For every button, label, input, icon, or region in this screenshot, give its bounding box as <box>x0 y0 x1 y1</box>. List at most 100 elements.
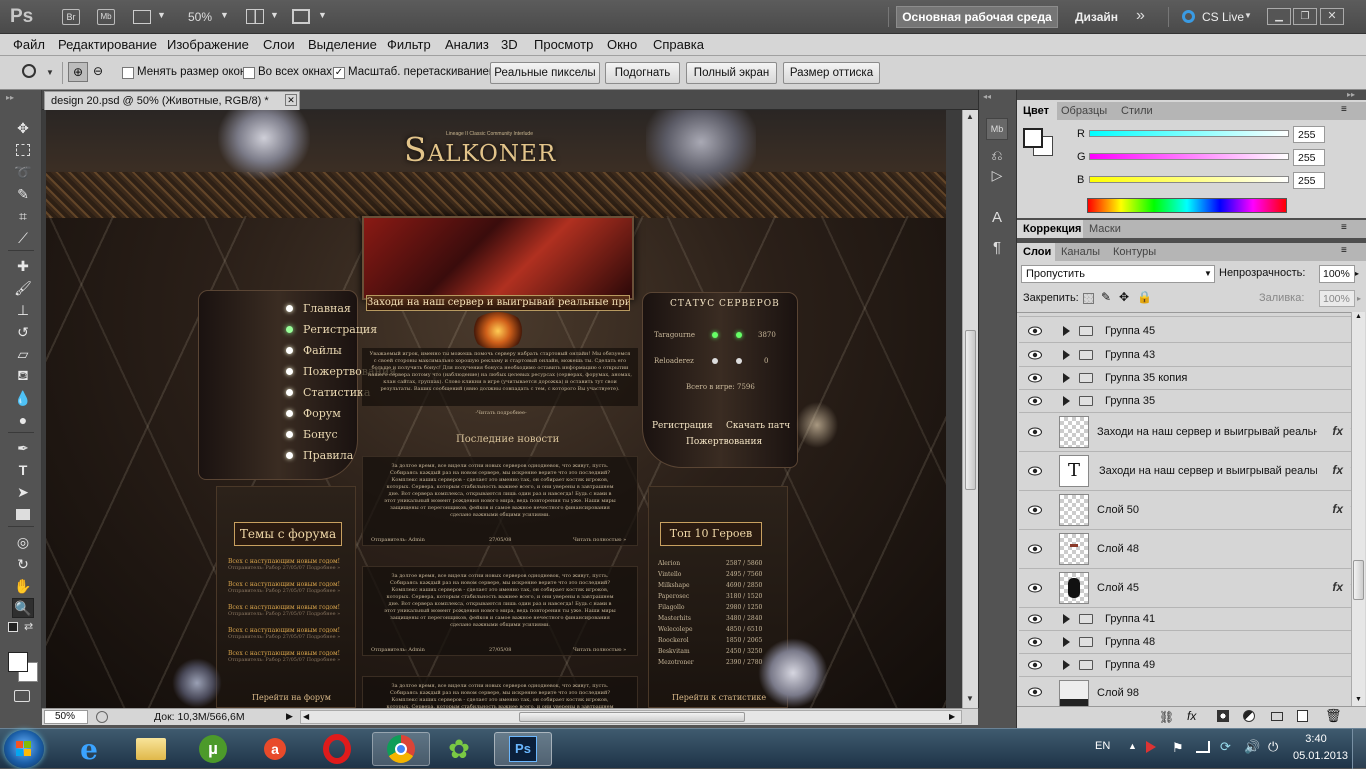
forum-topic-link[interactable]: Всех с наступающим новым годом! <box>228 581 348 588</box>
marquee-tool-icon[interactable] <box>12 140 34 160</box>
collapse-icon[interactable]: ▸▸ <box>6 93 14 102</box>
close-button[interactable]: ✕ <box>1320 8 1344 25</box>
workspace-essentials-button[interactable]: Основная рабочая среда <box>896 6 1058 28</box>
download-patch-link[interactable]: Скачать патч <box>726 421 790 431</box>
horizontal-scroll-thumb[interactable] <box>519 712 745 722</box>
layer-effects-icon[interactable]: fx <box>1332 424 1343 438</box>
layer-row[interactable]: Группа 48 <box>1019 631 1351 654</box>
menu-select[interactable]: Выделение <box>308 37 377 52</box>
lock-all-icon[interactable]: 🔒 <box>1137 290 1152 304</box>
expand-group-icon[interactable] <box>1063 326 1070 336</box>
read-more-link[interactable]: -Читать подробнее- <box>466 410 536 417</box>
history-panel-icon[interactable]: ⎌ <box>986 144 1008 166</box>
layer-row[interactable]: Группа 35 копия <box>1019 367 1351 390</box>
forum-topic-link[interactable]: Всех с наступающим новым годом! <box>228 627 348 634</box>
layer-row[interactable]: Группа 45 <box>1019 320 1351 343</box>
zoom-field[interactable]: 50% <box>44 710 88 724</box>
zoom-all-windows-checkbox[interactable] <box>243 67 255 79</box>
add-layer-style-icon[interactable]: fx <box>1187 709 1196 723</box>
zoom-tool-preset-icon[interactable] <box>22 64 36 78</box>
eye-icon[interactable] <box>1028 466 1042 476</box>
cs-live-button[interactable]: CS Live <box>1202 10 1244 24</box>
layer-row[interactable]: Слой 50 fx ▼ <box>1019 491 1351 530</box>
status-menu-arrow-icon[interactable]: ▶ <box>286 711 293 722</box>
tray-power-icon[interactable]: ⏻ <box>1268 739 1278 755</box>
cs-live-icon[interactable] <box>1182 10 1195 23</box>
collapse-icon[interactable]: ◂◂ <box>983 92 991 101</box>
tray-sync-icon[interactable]: ⟳ <box>1220 739 1231 755</box>
site-nav-files[interactable]: Файлы <box>303 344 342 357</box>
delete-layer-icon[interactable]: 🗑 <box>1325 708 1342 724</box>
eye-icon[interactable] <box>1028 326 1042 336</box>
register-link[interactable]: Регистрация <box>652 421 713 431</box>
layer-row[interactable]: Группа 49 <box>1019 654 1351 677</box>
close-tab-icon[interactable]: ✕ <box>285 94 297 106</box>
eye-icon[interactable] <box>1028 505 1042 515</box>
paragraph-panel-icon[interactable]: ¶ <box>986 236 1008 258</box>
layer-row[interactable] <box>1019 313 1351 317</box>
healing-brush-tool-icon[interactable]: ✚ <box>12 256 34 276</box>
scroll-down-icon[interactable]: ▼ <box>966 694 974 703</box>
more-workspaces-icon[interactable]: » <box>1136 7 1145 25</box>
eye-icon[interactable] <box>1028 637 1042 647</box>
forum-topic-link[interactable]: Всех с наступающим новым годом! <box>228 558 348 565</box>
tab-masks[interactable]: Маски <box>1089 223 1121 235</box>
tab-paths[interactable]: Контуры <box>1113 246 1156 258</box>
paint-bucket-tool-icon[interactable]: ⛾ <box>12 366 34 386</box>
menu-image[interactable]: Изображение <box>167 37 249 52</box>
restore-button[interactable]: ❐ <box>1293 8 1317 25</box>
tab-swatches[interactable]: Образцы <box>1061 105 1107 117</box>
menu-3d[interactable]: 3D <box>501 37 518 52</box>
menu-file[interactable]: Файл <box>13 37 45 52</box>
b-slider[interactable] <box>1089 176 1289 183</box>
news-read-more-link[interactable]: Читать полностью » <box>573 537 626 544</box>
scroll-down-icon[interactable]: ▼ <box>1355 696 1362 703</box>
show-desktop-button[interactable] <box>1352 729 1366 769</box>
language-indicator[interactable]: EN <box>1095 740 1110 752</box>
foreground-color-swatch[interactable] <box>1023 128 1043 148</box>
expand-group-icon[interactable] <box>1063 637 1070 647</box>
actions-panel-icon[interactable]: ▷ <box>986 164 1008 186</box>
eye-icon[interactable] <box>1028 687 1042 697</box>
print-size-button[interactable]: Размер оттиска <box>783 62 880 84</box>
expand-group-icon[interactable] <box>1063 660 1070 670</box>
r-value[interactable]: 255 <box>1293 126 1325 143</box>
new-adjustment-layer-icon[interactable] <box>1243 710 1255 722</box>
swap-colors-icon[interactable]: ⇄ <box>24 620 33 633</box>
eye-icon[interactable] <box>1028 583 1042 593</box>
chevron-down-icon[interactable]: ▼ <box>318 10 327 20</box>
chevron-down-icon[interactable]: ▼ <box>270 10 279 20</box>
screen-mode-icon[interactable] <box>292 9 310 24</box>
site-nav-registration[interactable]: Регистрация <box>303 323 377 336</box>
scroll-up-icon[interactable]: ▲ <box>1355 313 1362 320</box>
type-tool-icon[interactable]: T <box>12 460 34 480</box>
fill-screen-button[interactable]: Полный экран <box>686 62 777 84</box>
zoom-in-icon[interactable]: ⊕ <box>68 62 88 82</box>
chevron-down-icon[interactable]: ▼ <box>1244 11 1252 20</box>
new-layer-icon[interactable] <box>1297 710 1308 722</box>
fill-slider-icon[interactable]: ▸ <box>1357 290 1361 307</box>
menu-window[interactable]: Окно <box>607 37 637 52</box>
lock-position-icon[interactable]: ✥ <box>1119 290 1129 304</box>
fill-field[interactable]: 100% <box>1319 290 1355 307</box>
layer-effects-icon[interactable]: fx <box>1332 463 1343 477</box>
link-layers-icon[interactable]: ⛓ <box>1159 710 1174 724</box>
chrome-icon[interactable] <box>372 732 430 766</box>
blur-tool-icon[interactable]: 💧 <box>12 388 34 408</box>
eye-icon[interactable] <box>1028 373 1042 383</box>
menu-layers[interactable]: Слои <box>263 37 295 52</box>
layers-scroll-thumb[interactable] <box>1353 560 1364 600</box>
eyedropper-tool-icon[interactable]: ⟋ <box>12 228 34 248</box>
chevron-down-icon[interactable]: ▼ <box>157 10 166 20</box>
panel-menu-icon[interactable]: ≡ <box>1341 222 1347 233</box>
status-info-icon[interactable] <box>96 711 108 723</box>
site-nav-bonus[interactable]: Бонус <box>303 428 338 441</box>
news-read-more-link[interactable]: Читать полностью » <box>573 647 626 654</box>
dodge-tool-icon[interactable]: ● <box>12 410 34 430</box>
menu-help[interactable]: Справка <box>653 37 704 52</box>
lasso-tool-icon[interactable]: ➰ <box>12 162 34 182</box>
collapse-icon[interactable]: ▸▸ <box>1347 90 1355 99</box>
aimp-icon[interactable]: a <box>250 732 300 766</box>
layer-effects-icon[interactable]: fx <box>1332 580 1343 594</box>
layer-row[interactable]: Группа 43 <box>1019 344 1351 367</box>
